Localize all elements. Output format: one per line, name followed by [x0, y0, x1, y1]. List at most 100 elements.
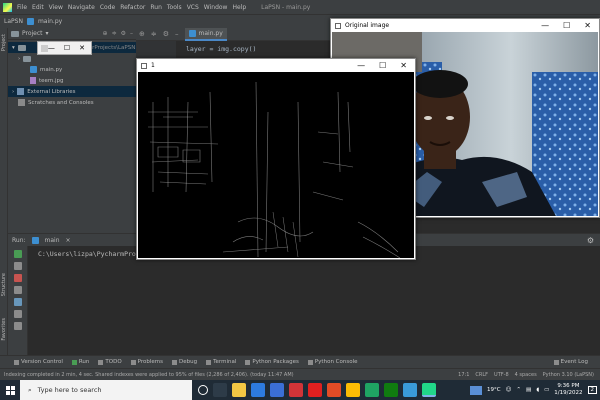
hide-icon[interactable]: – — [175, 30, 179, 38]
chevron-down-icon[interactable]: ▾ — [12, 45, 15, 51]
edges-window: 1 — ☐ ✕ — [136, 58, 416, 260]
notification-badge[interactable]: 2 — [587, 386, 597, 394]
menu-navigate[interactable]: Navigate — [68, 4, 95, 11]
target-icon[interactable]: ⊕ — [139, 30, 145, 38]
soft-wrap-icon[interactable] — [13, 298, 22, 306]
breadcrumb-project[interactable]: LaPSN — [4, 18, 23, 25]
tool-python-packages[interactable]: Python Packages — [245, 359, 299, 365]
maximize-button[interactable]: ☐ — [563, 21, 570, 30]
tree-row-external-libraries[interactable]: › External Libraries — [8, 86, 136, 97]
chrome-icon[interactable] — [346, 383, 360, 397]
title-bar[interactable]: Original image — ☐ ✕ — [331, 19, 599, 32]
tab-main-py[interactable]: main.py — [184, 27, 227, 41]
volume-icon[interactable]: ◖ — [536, 387, 539, 393]
project-folder-icon — [11, 30, 19, 37]
youtube-icon[interactable] — [308, 383, 322, 397]
project-panel: Project ▾ ⊕ ≑ ⚙ – ▾ erProjects\LaPSN › m… — [8, 28, 136, 233]
tool-terminal[interactable]: Terminal — [206, 359, 236, 365]
folder-icon — [23, 55, 32, 62]
weather-temp[interactable]: 19°C — [487, 387, 501, 393]
chevron-right-icon[interactable]: › — [12, 89, 14, 95]
menu-help[interactable]: Help — [232, 4, 246, 11]
chevron-down-icon[interactable]: ▾ — [46, 30, 49, 37]
minimize-button[interactable]: — — [357, 61, 365, 70]
status-interpreter[interactable]: Python 3.10 (LaPSN) — [543, 372, 594, 378]
photos-icon[interactable] — [403, 383, 417, 397]
menu-file[interactable]: File — [17, 4, 27, 11]
favorites-tool-button[interactable]: Favorites — [1, 318, 7, 341]
tool-debug[interactable]: Debug — [172, 359, 197, 365]
taskbar-search[interactable]: ⌕ Type here to search — [20, 380, 192, 400]
menu-refactor[interactable]: Refactor — [120, 4, 145, 11]
status-line-ending[interactable]: CRLF — [475, 372, 488, 378]
menu-edit[interactable]: Edit — [32, 4, 44, 11]
ccleaner-icon[interactable] — [365, 383, 379, 397]
close-button[interactable]: ✕ — [79, 44, 85, 52]
task-view-icon[interactable] — [213, 383, 227, 397]
tree-row-teem-jpg[interactable]: teem.jpg — [8, 75, 136, 86]
project-tool-button[interactable]: Project — [1, 34, 7, 51]
trash-icon[interactable] — [13, 322, 22, 330]
tool-run[interactable]: Run — [71, 359, 89, 365]
close-icon[interactable]: × — [66, 237, 71, 244]
run-tab-main[interactable]: main — [45, 237, 60, 244]
weather-icon[interactable] — [470, 385, 483, 395]
gear-icon[interactable]: ⚙ — [587, 236, 594, 245]
store-icon[interactable] — [270, 383, 284, 397]
chevron-right-icon[interactable]: › — [18, 56, 20, 62]
pycharm-logo-icon — [3, 2, 12, 12]
close-button[interactable]: ✕ — [400, 61, 407, 70]
pycharm-taskbar-icon[interactable] — [422, 383, 436, 397]
cortana-icon[interactable] — [198, 385, 208, 395]
gear-icon[interactable]: ⚙ — [163, 30, 169, 38]
minimize-button[interactable]: — — [541, 21, 549, 30]
breadcrumb-file[interactable]: main.py — [38, 18, 62, 25]
maximize-button[interactable]: ☐ — [379, 61, 386, 70]
locate-icon[interactable]: ⊕ — [103, 30, 108, 37]
tool-todo[interactable]: TODO — [98, 359, 122, 365]
menu-vcs[interactable]: VCS — [187, 4, 199, 11]
excel-icon[interactable] — [384, 383, 398, 397]
gear-icon[interactable]: ⚙ — [121, 30, 126, 37]
menu-window[interactable]: Window — [204, 4, 228, 11]
stop-icon[interactable] — [13, 274, 22, 282]
tree-row-main-py[interactable]: main.py — [8, 64, 136, 75]
status-position[interactable]: 17:1 — [458, 372, 469, 378]
network-icon[interactable]: ▤ — [526, 387, 531, 393]
collapse-icon[interactable]: ≑ — [112, 30, 117, 37]
minimize-button[interactable]: — — [48, 44, 55, 52]
close-button[interactable]: ✕ — [584, 21, 591, 30]
rerun-icon[interactable] — [13, 250, 22, 258]
battery-icon[interactable]: ▭ — [544, 387, 549, 393]
people-icon[interactable]: ☺ — [506, 387, 512, 393]
tool-event-log[interactable]: Event Log — [553, 359, 600, 365]
structure-tool-button[interactable]: Structure — [1, 273, 7, 296]
tree-row-scratches[interactable]: Scratches and Consoles — [8, 97, 136, 108]
menu-run[interactable]: Run — [150, 4, 162, 11]
clock[interactable]: 9:36 PM 1/19/2022 — [554, 383, 582, 397]
print-icon[interactable] — [13, 310, 22, 318]
brave-icon[interactable] — [327, 383, 341, 397]
edge-icon[interactable] — [251, 383, 265, 397]
status-encoding[interactable]: UTF-8 — [494, 372, 509, 378]
start-button[interactable] — [0, 380, 20, 400]
project-panel-header: Project ▾ ⊕ ≑ ⚙ – — [8, 28, 136, 40]
scroll-icon[interactable] — [13, 286, 22, 294]
menu-view[interactable]: View — [49, 4, 63, 11]
title-bar[interactable]: 1 — ☐ ✕ — [137, 59, 415, 72]
office-icon[interactable] — [289, 383, 303, 397]
tool-python-console[interactable]: Python Console — [307, 359, 358, 365]
tool-version-control[interactable]: Version Control — [14, 359, 63, 365]
tool-problems[interactable]: Problems — [130, 359, 163, 365]
collapse-icon[interactable]: ≑ — [151, 30, 157, 38]
chevron-up-icon[interactable]: ⌃ — [516, 387, 521, 393]
project-dropdown[interactable]: Project — [22, 30, 43, 37]
menu-tools[interactable]: Tools — [167, 4, 182, 11]
hide-icon[interactable]: – — [130, 30, 133, 37]
file-explorer-icon[interactable] — [232, 383, 246, 397]
menu-code[interactable]: Code — [100, 4, 115, 11]
status-indent[interactable]: 4 spaces — [515, 372, 537, 378]
wrench-icon[interactable] — [13, 262, 22, 270]
python-console-icon — [307, 359, 313, 365]
maximize-button[interactable]: ☐ — [64, 44, 70, 52]
